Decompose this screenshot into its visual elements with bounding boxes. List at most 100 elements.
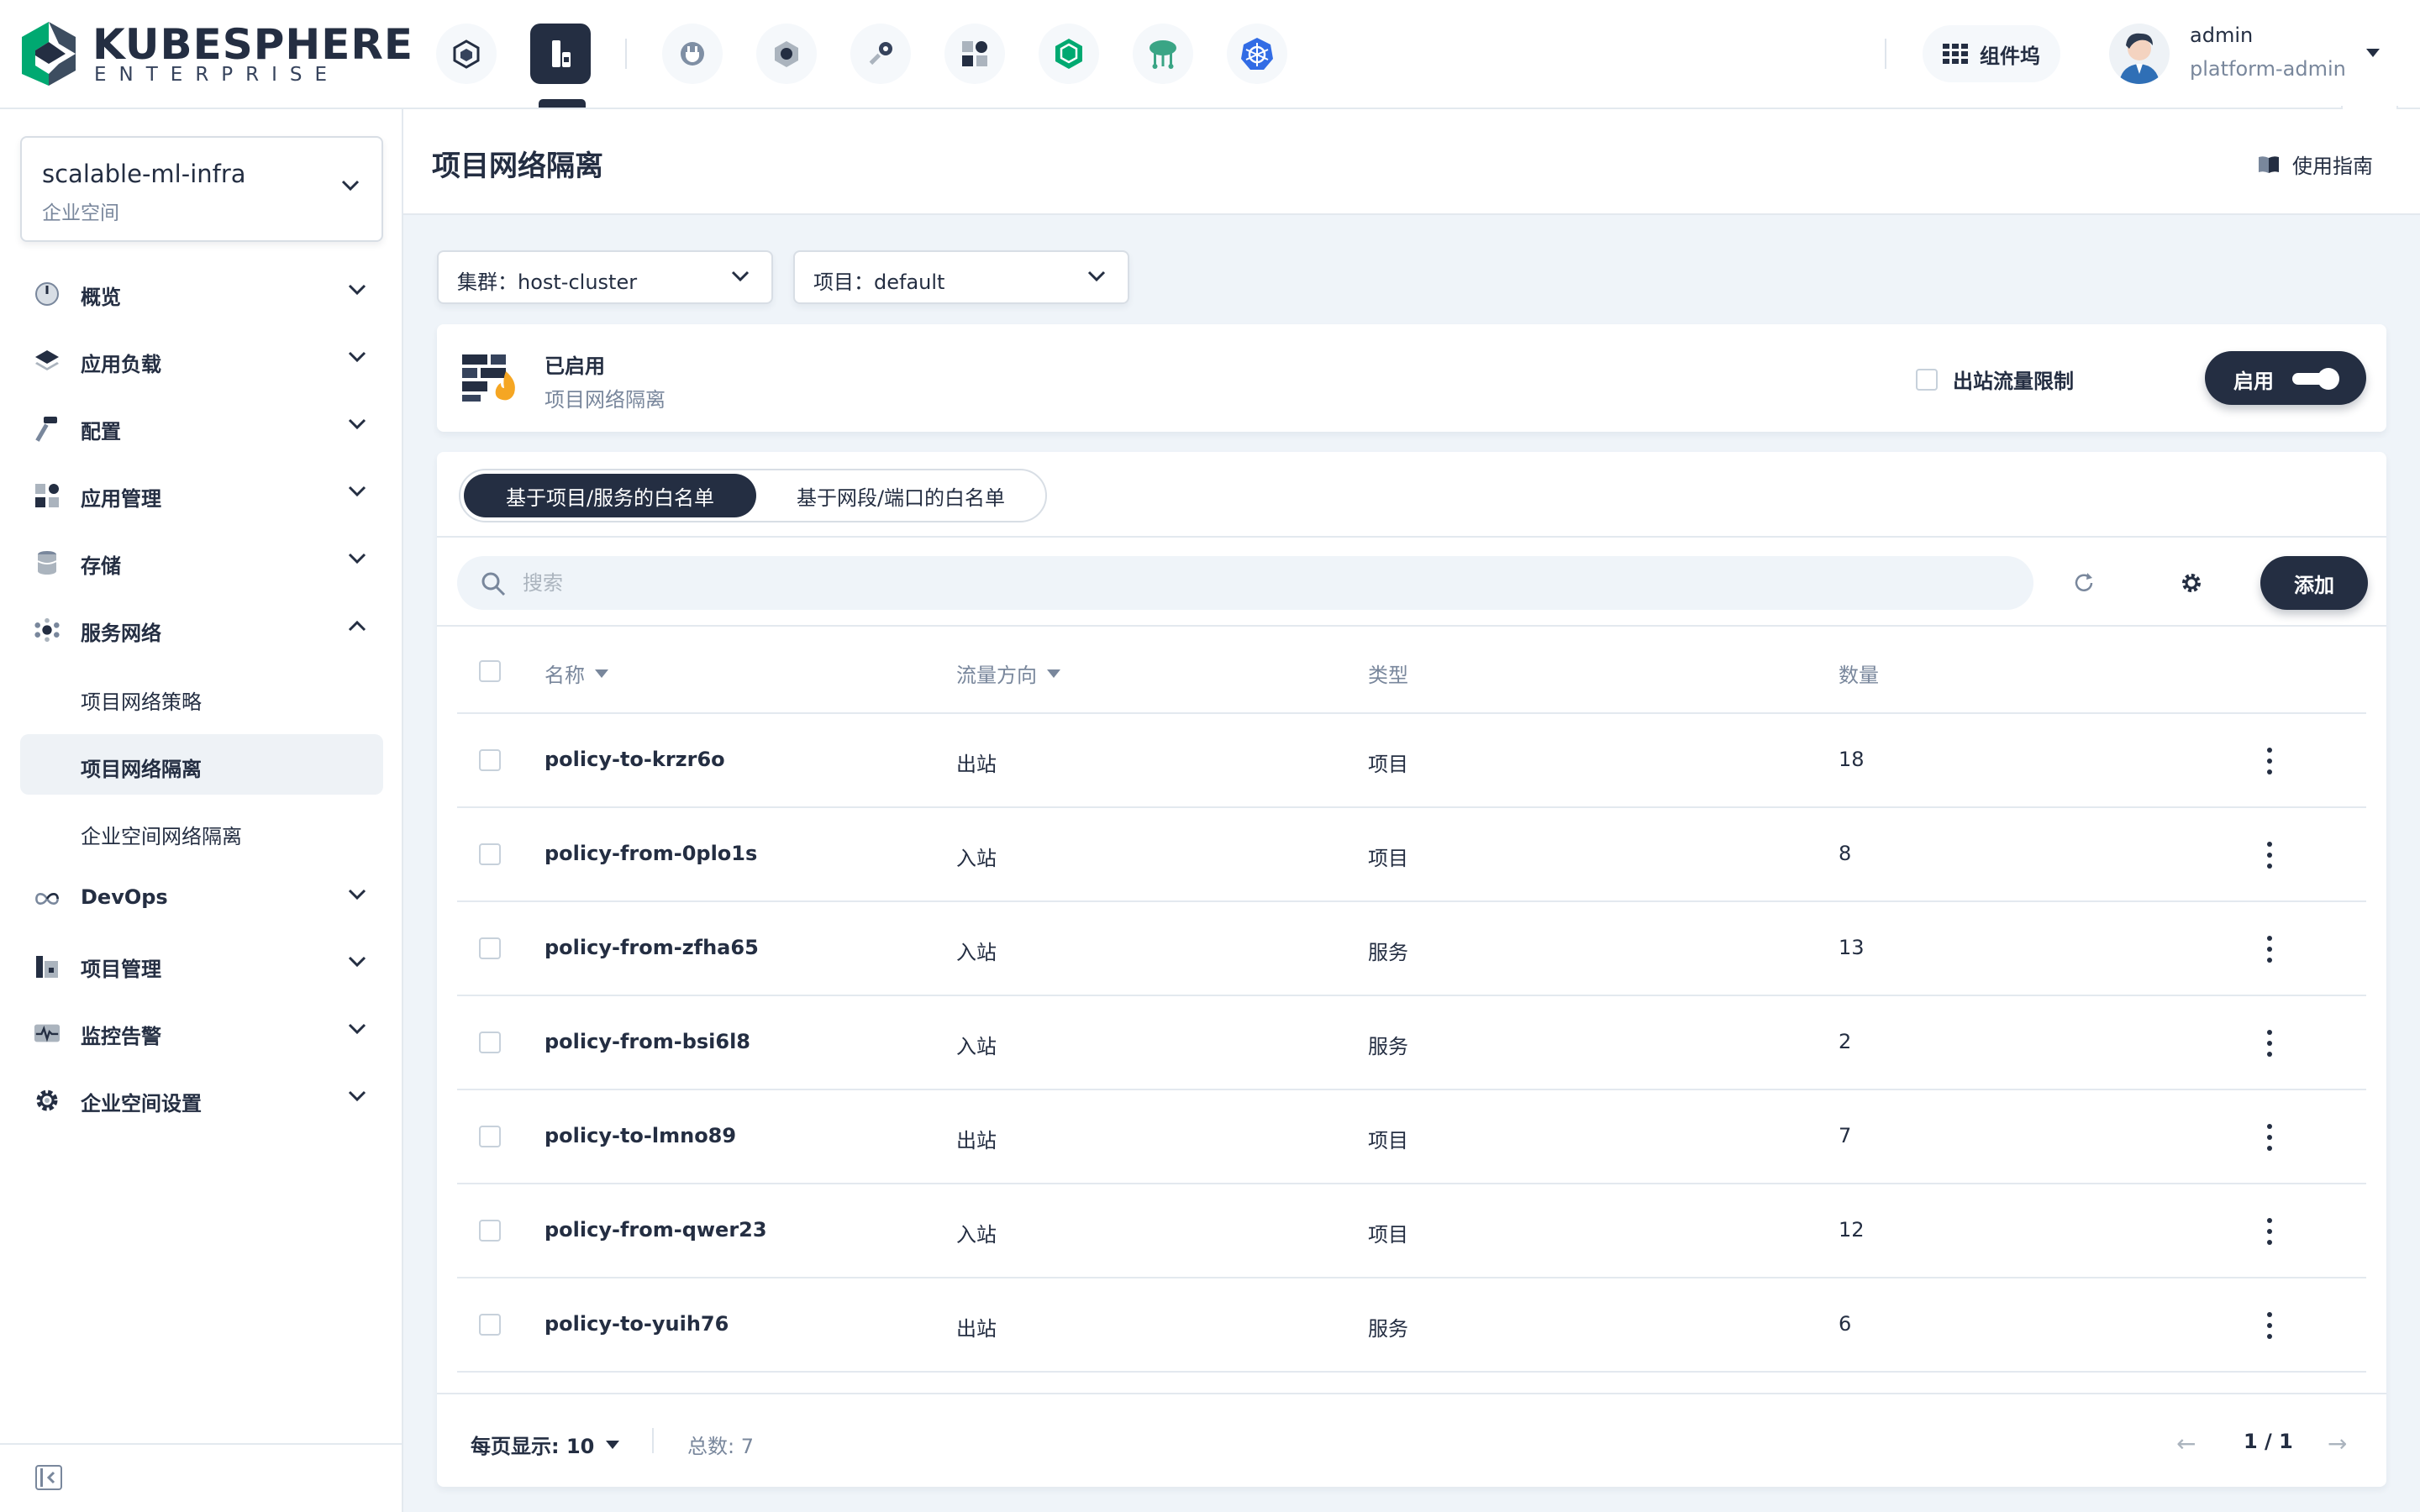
tab-project-service-whitelist[interactable]: 基于项目/服务的白名单 <box>464 474 756 517</box>
add-button[interactable]: 添加 <box>2260 556 2368 610</box>
nav-cube-icon[interactable] <box>436 24 497 84</box>
table-row[interactable]: policy-to-krzr6o 出站 项目 18 <box>457 714 2366 808</box>
sidebar-subitem-workspace-isolation[interactable]: 企业空间网络隔离 <box>20 801 383 862</box>
sidebar-item-overview[interactable]: 概览 <box>20 264 383 324</box>
collapse-left-icon <box>40 1468 55 1487</box>
workspace-type: 企业空间 <box>42 202 119 224</box>
row-count: 6 <box>1839 1312 1852 1336</box>
nav-cloud-tree-icon[interactable] <box>1133 24 1193 84</box>
user-name: admin <box>2190 24 2254 47</box>
refresh-button[interactable] <box>2069 568 2099 598</box>
row-name[interactable]: policy-from-bsi6l8 <box>544 1030 750 1053</box>
column-settings-button[interactable] <box>2176 568 2207 598</box>
project-select[interactable]: 项目：default <box>793 250 1129 304</box>
more-icon[interactable] <box>2265 1310 2274 1341</box>
chevron-down-icon <box>348 486 366 497</box>
enable-toggle-label: 启用 <box>2233 370 2274 393</box>
egress-limit-checkbox[interactable] <box>1916 368 1938 391</box>
row-name[interactable]: policy-to-krzr6o <box>544 748 725 771</box>
sidebar-item-label: 监控告警 <box>81 1025 161 1048</box>
row-checkbox[interactable] <box>479 937 501 959</box>
column-header-label: 名称 <box>544 664 585 687</box>
sidebar-item-label: 项目管理 <box>81 958 161 981</box>
sidebar-collapse-button[interactable] <box>35 1465 62 1490</box>
more-icon[interactable] <box>2265 934 2274 964</box>
column-header-type: 类型 <box>1368 659 1408 688</box>
row-name[interactable]: policy-from-0plo1s <box>544 842 757 865</box>
chevron-down-icon <box>731 270 750 282</box>
row-checkbox[interactable] <box>479 843 501 865</box>
more-icon[interactable] <box>2265 840 2274 870</box>
workspace-selector[interactable]: scalable-ml-infra 企业空间 <box>20 136 383 242</box>
whitelist-table-card: 基于项目/服务的白名单 基于网段/端口的白名单 添加 名称 流量方向 类型 <box>437 452 2386 1487</box>
chevron-down-icon <box>348 1090 366 1102</box>
sidebar-subitem-label: 企业空间网络隔离 <box>81 825 242 848</box>
more-icon[interactable] <box>2265 1028 2274 1058</box>
row-checkbox[interactable] <box>479 1220 501 1242</box>
row-name[interactable]: policy-to-yuih76 <box>544 1312 729 1336</box>
sidebar-item-config[interactable]: 配置 <box>20 398 383 459</box>
enable-toggle-button[interactable]: 启用 <box>2205 351 2366 405</box>
nav-plug-icon[interactable] <box>662 24 723 84</box>
column-header-direction[interactable]: 流量方向 <box>956 659 1060 688</box>
more-icon[interactable] <box>2265 1216 2274 1247</box>
chevron-down-icon <box>348 553 366 564</box>
sidebar-item-service-network[interactable]: 服务网络 <box>20 600 383 660</box>
table-row[interactable]: policy-to-lmno89 出站 项目 7 <box>457 1090 2366 1184</box>
prev-page-icon[interactable]: ← <box>2176 1430 2196 1457</box>
sidebar-subitem-network-isolation[interactable]: 项目网络隔离 <box>20 734 383 795</box>
row-name[interactable]: policy-to-lmno89 <box>544 1124 736 1147</box>
row-name[interactable]: policy-from-qwer23 <box>544 1218 767 1242</box>
nav-kubernetes-icon[interactable] <box>1227 24 1287 84</box>
tab-cidr-port-whitelist[interactable]: 基于网段/端口的白名单 <box>756 474 1045 517</box>
top-header: KUBESPHERE ENTERPRISE 组件坞 admin platform <box>0 0 2420 109</box>
next-page-icon[interactable]: → <box>2328 1430 2347 1457</box>
nav-box-icon[interactable] <box>1039 24 1099 84</box>
kubesphere-logo-icon <box>22 22 76 86</box>
user-menu[interactable]: admin platform-admin <box>2109 20 2395 87</box>
sidebar-item-workspace-settings[interactable]: 企业空间设置 <box>20 1070 383 1131</box>
components-button[interactable]: 组件坞 <box>1923 25 2060 82</box>
guide-label: 使用指南 <box>2292 155 2373 178</box>
row-direction: 入站 <box>956 1035 997 1058</box>
grid-icon <box>1943 44 1968 64</box>
sidebar-item-devops[interactable]: DevOps <box>20 869 383 929</box>
kubesphere-logo[interactable]: KUBESPHERE ENTERPRISE <box>22 20 413 87</box>
more-icon[interactable] <box>2265 1122 2274 1152</box>
select-all-checkbox[interactable] <box>479 660 501 682</box>
cluster-select-value: 集群：host-cluster <box>457 270 638 294</box>
cluster-select[interactable]: 集群：host-cluster <box>437 250 773 304</box>
search-bar[interactable] <box>457 556 2033 610</box>
search-input[interactable] <box>523 564 1951 601</box>
more-icon[interactable] <box>2265 746 2274 776</box>
nav-apps-grid-icon[interactable] <box>944 24 1005 84</box>
sidebar-item-workloads[interactable]: 应用负载 <box>20 331 383 391</box>
row-checkbox[interactable] <box>479 1126 501 1147</box>
guide-link[interactable]: 使用指南 <box>2257 150 2373 179</box>
sidebar: scalable-ml-infra 企业空间 概览 应用负载 配置 应用管理 存… <box>0 109 403 1512</box>
page-size-select[interactable]: 每页显示: 10 <box>471 1430 620 1459</box>
row-checkbox[interactable] <box>479 1314 501 1336</box>
column-header-name[interactable]: 名称 <box>544 659 608 688</box>
nav-project-icon[interactable] <box>530 24 591 84</box>
refresh-icon <box>2075 573 2093 591</box>
nav-key-icon[interactable] <box>850 24 911 84</box>
sidebar-item-projects[interactable]: 项目管理 <box>20 936 383 996</box>
row-checkbox[interactable] <box>479 1032 501 1053</box>
sidebar-item-app-management[interactable]: 应用管理 <box>20 465 383 526</box>
sidebar-subitem-network-policies[interactable]: 项目网络策略 <box>20 667 383 727</box>
chevron-down-icon <box>348 956 366 968</box>
sidebar-item-monitoring[interactable]: 监控告警 <box>20 1003 383 1063</box>
gear-icon <box>34 1087 60 1114</box>
table-row[interactable]: policy-from-0plo1s 入站 项目 8 <box>457 808 2366 902</box>
table-row[interactable]: policy-from-bsi6l8 入站 服务 2 <box>457 996 2366 1090</box>
table-row[interactable]: policy-from-qwer23 入站 项目 12 <box>457 1184 2366 1278</box>
row-checkbox[interactable] <box>479 749 501 771</box>
nav-hexagon-icon[interactable] <box>756 24 817 84</box>
egress-limit-option[interactable]: 出站流量限制 <box>1916 365 2074 394</box>
row-count: 12 <box>1839 1218 1865 1242</box>
table-row[interactable]: policy-from-zfha65 入站 服务 13 <box>457 902 2366 996</box>
table-row[interactable]: policy-to-yuih76 出站 服务 6 <box>457 1278 2366 1373</box>
row-name[interactable]: policy-from-zfha65 <box>544 936 759 959</box>
sidebar-item-storage[interactable]: 存储 <box>20 533 383 593</box>
